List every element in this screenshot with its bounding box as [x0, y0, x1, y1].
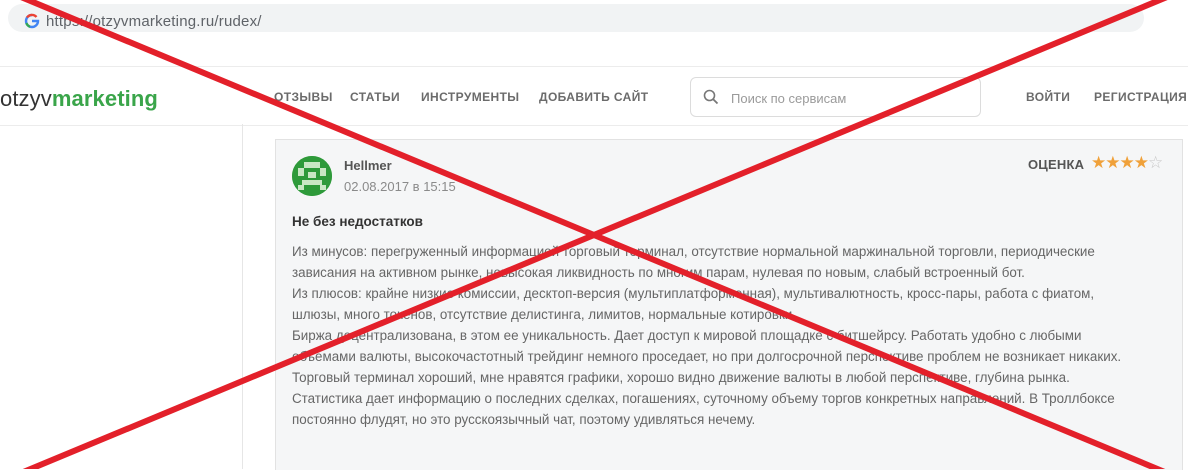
- login-link[interactable]: ВОЙТИ: [1026, 90, 1070, 104]
- sidebar-divider: [242, 124, 243, 469]
- nav-tools[interactable]: ИНСТРУМЕНТЫ: [421, 90, 519, 104]
- review-line: Из минусов: перегруженный информацией то…: [292, 244, 1095, 259]
- search-input[interactable]: [729, 87, 973, 109]
- review-title: Не без недостатков: [292, 214, 423, 229]
- rating-label: ОЦЕНКА: [1028, 157, 1085, 172]
- star-filled-icon: ★: [1133, 153, 1149, 172]
- register-link[interactable]: РЕГИСТРАЦИЯ: [1094, 90, 1187, 104]
- review-line: Биржа децентрализована, в этом ее уникал…: [292, 328, 1082, 343]
- review-line: Торговый терминал хороший, мне нравятся …: [292, 370, 1070, 385]
- search-box: [690, 77, 981, 117]
- browser-url-bar: https://otzyvmarketing.ru/rudex/: [0, 0, 1188, 40]
- review-author[interactable]: Hellmer: [344, 158, 392, 173]
- rating-stars: ★★★★☆: [1091, 153, 1163, 173]
- nav-articles[interactable]: СТАТЬИ: [350, 90, 400, 104]
- nav-add-site[interactable]: ДОБАВИТЬ САЙТ: [539, 90, 649, 104]
- avatar: [292, 156, 332, 196]
- star-filled-icon: ★: [1105, 153, 1120, 172]
- star-empty-icon: ☆: [1148, 153, 1163, 172]
- search-icon[interactable]: [703, 89, 719, 105]
- review-line: зависания на активном рынке, невысокая л…: [292, 265, 1025, 280]
- star-filled-icon: ★: [1119, 153, 1135, 172]
- site-logo[interactable]: otzyvmarketing: [0, 86, 158, 112]
- nav-reviews[interactable]: ОТЗЫВЫ: [274, 90, 333, 104]
- google-icon: [24, 13, 40, 29]
- review-date: 02.08.2017 в 15:15: [344, 179, 456, 194]
- review-card: Hellmer 02.08.2017 в 15:15 ОЦЕНКА ★★★★☆ …: [275, 139, 1183, 470]
- logo-text-part2: marketing: [51, 86, 158, 111]
- star-filled-icon: ★: [1091, 153, 1106, 172]
- review-body: Из минусов: перегруженный информацией то…: [292, 241, 1172, 430]
- review-line: шлюзы, много токенов, отсутствие делисти…: [292, 307, 797, 322]
- identicon-icon: [292, 156, 332, 196]
- review-line: Из плюсов: крайне низкие комиссии, дескт…: [292, 286, 1095, 301]
- review-line: постоянно флудят, но это русскоязычный ч…: [292, 412, 756, 427]
- review-line: объемами валюты, высокочастотный трейдин…: [292, 349, 1122, 364]
- review-line: Статистика дает информацию о последних с…: [292, 391, 1115, 406]
- address-field[interactable]: https://otzyvmarketing.ru/rudex/: [8, 4, 1144, 32]
- url-text: https://otzyvmarketing.ru/rudex/: [46, 13, 262, 30]
- site-header: otzyvmarketing ОТЗЫВЫ СТАТЬИ ИНСТРУМЕНТЫ…: [0, 66, 1188, 126]
- logo-text-part1: otzyv: [0, 86, 52, 111]
